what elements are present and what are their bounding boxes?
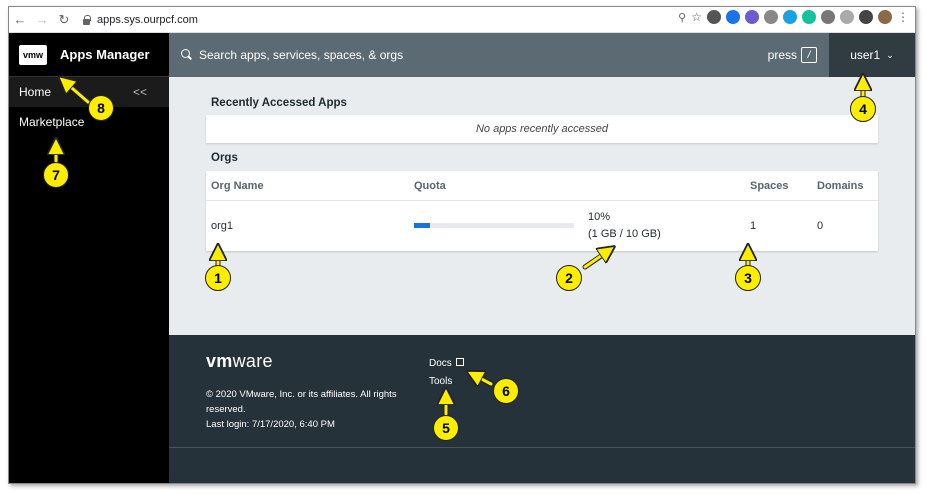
address-bar[interactable]: apps.sys.ourpcf.com: [81, 10, 641, 30]
annotation-marker-7: 7: [43, 162, 69, 188]
recent-apps-card: No apps recently accessed: [206, 115, 878, 143]
press-label: press: [767, 48, 797, 62]
avatar[interactable]: [878, 10, 892, 24]
shortcut-key: /: [801, 47, 817, 63]
copyright-block: © 2020 VMware, Inc. or its affiliates. A…: [206, 387, 416, 432]
extension-icon[interactable]: [726, 10, 740, 24]
chevron-down-icon: ⌄: [886, 49, 894, 60]
footer-links: Docs Tools: [429, 355, 464, 391]
sidebar-item-label: Marketplace: [19, 115, 85, 129]
extension-icon[interactable]: [802, 10, 816, 24]
footer: vmware © 2020 VMware, Inc. or its affili…: [169, 335, 915, 483]
recent-apps-title: Recently Accessed Apps: [211, 97, 347, 109]
docs-link[interactable]: Docs: [429, 355, 464, 373]
menu-dots-icon[interactable]: ⋮: [897, 10, 909, 24]
annotation-marker-3: 3: [735, 265, 761, 291]
last-login-text: Last login: 7/17/2020, 6:40 PM: [206, 419, 335, 430]
quota-percent: 10%: [588, 211, 611, 223]
bookmark-star-icon[interactable]: ☆: [691, 10, 702, 24]
footer-divider: [169, 447, 915, 448]
puzzle-icon[interactable]: [859, 10, 873, 24]
orgs-table: Org Name Quota Spaces Domains org1 10% (…: [206, 171, 878, 251]
quota-progress-bar: [414, 223, 574, 228]
domains-count: 0: [817, 220, 824, 232]
forward-icon[interactable]: →: [31, 10, 53, 30]
quota-detail: (1 GB / 10 GB): [588, 228, 661, 240]
search-shortcut-hint: press /: [768, 47, 817, 63]
table-header: Org Name Quota Spaces Domains: [206, 171, 878, 201]
copyright-text: © 2020 VMware, Inc. or its affiliates. A…: [206, 389, 397, 415]
column-header-domains[interactable]: Domains: [817, 180, 863, 192]
spaces-count[interactable]: 1: [750, 220, 756, 232]
column-header-org-name[interactable]: Org Name: [211, 180, 264, 192]
browser-toolbar: ← → ↻ apps.sys.ourpcf.com ⚲ ☆ ⋮: [9, 7, 915, 33]
annotation-marker-1: 1: [205, 265, 231, 291]
table-row[interactable]: org1 10% (1 GB / 10 GB) 1 0: [206, 201, 878, 251]
url-text: apps.sys.ourpcf.com: [97, 13, 198, 26]
extension-icon[interactable]: [707, 10, 721, 24]
extension-icons: ⚲ ☆ ⋮: [678, 10, 909, 24]
logo-light: ware: [232, 351, 273, 371]
search-input[interactable]: [199, 48, 619, 62]
header-bar: press / user1 ⌄: [169, 33, 915, 77]
extension-icon[interactable]: [764, 10, 778, 24]
back-icon[interactable]: ←: [9, 10, 31, 30]
annotation-marker-4: 4: [850, 96, 876, 122]
lock-icon: [81, 14, 91, 25]
annotation-marker-2: 2: [556, 265, 582, 291]
collapse-sidebar-icon[interactable]: <<: [133, 85, 147, 99]
extension-icon[interactable]: [783, 10, 797, 24]
external-link-icon: [455, 358, 464, 366]
extension-icon[interactable]: [745, 10, 759, 24]
vmware-logo: vmw: [19, 44, 47, 65]
extension-icon[interactable]: [840, 10, 854, 24]
user-name: user1: [850, 48, 881, 62]
column-header-spaces[interactable]: Spaces: [750, 180, 789, 192]
search-icon: [181, 49, 193, 61]
orgs-title: Orgs: [211, 152, 238, 164]
app-title: Apps Manager: [60, 47, 150, 62]
quota-progress-fill: [414, 223, 430, 228]
empty-message: No apps recently accessed: [475, 123, 609, 135]
reload-icon[interactable]: ↻: [53, 10, 75, 30]
annotation-marker-8: 8: [88, 95, 114, 121]
user-menu[interactable]: user1 ⌄: [829, 33, 915, 77]
vmware-footer-logo: vmware: [206, 351, 273, 372]
brand: vmw Apps Manager: [9, 33, 169, 77]
zoom-icon[interactable]: ⚲: [678, 11, 686, 24]
annotation-marker-5: 5: [433, 415, 459, 441]
org-name-link[interactable]: org1: [211, 220, 233, 232]
extension-icon[interactable]: [821, 10, 835, 24]
sidebar-item-label: Home: [19, 85, 52, 99]
main-content: Recently Accessed Apps No apps recently …: [169, 77, 915, 335]
tools-link[interactable]: Tools: [429, 373, 464, 391]
annotation-marker-6: 6: [493, 378, 519, 404]
quota-text: 10% (1 GB / 10 GB): [588, 209, 661, 243]
browser-window: ← → ↻ apps.sys.ourpcf.com ⚲ ☆ ⋮ vmw Apps…: [8, 6, 916, 484]
docs-link-label: Docs: [429, 358, 452, 369]
logo-bold: vm: [206, 351, 233, 371]
column-header-quota[interactable]: Quota: [414, 180, 446, 192]
